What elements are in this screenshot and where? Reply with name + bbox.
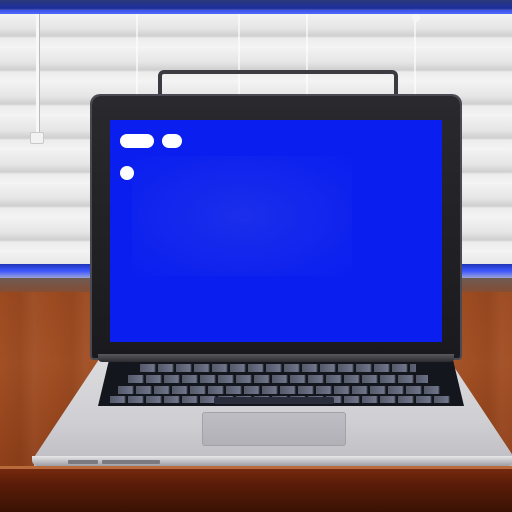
screen-glow bbox=[132, 156, 352, 276]
laptop-hinge bbox=[98, 354, 454, 362]
photo-scene bbox=[0, 0, 512, 512]
screen-pill-element[interactable] bbox=[120, 134, 154, 148]
laptop-touchpad[interactable] bbox=[202, 412, 346, 446]
desk-edge-highlight bbox=[0, 466, 512, 469]
blind-cord bbox=[36, 14, 39, 138]
laptop-port bbox=[102, 460, 160, 464]
blind-cord-tassel bbox=[30, 132, 44, 144]
keyboard-key-row[interactable] bbox=[118, 386, 440, 394]
space-bar-key[interactable] bbox=[214, 397, 334, 404]
laptop-port bbox=[68, 460, 98, 464]
keyboard-key-row[interactable] bbox=[140, 364, 416, 372]
desk-front-edge bbox=[0, 466, 512, 512]
keyboard-key-row[interactable] bbox=[128, 375, 428, 383]
blind-knob bbox=[412, 14, 420, 22]
screen-pill-element[interactable] bbox=[162, 134, 182, 148]
screen-dot-element[interactable] bbox=[120, 166, 134, 180]
laptop-screen[interactable] bbox=[110, 120, 442, 342]
